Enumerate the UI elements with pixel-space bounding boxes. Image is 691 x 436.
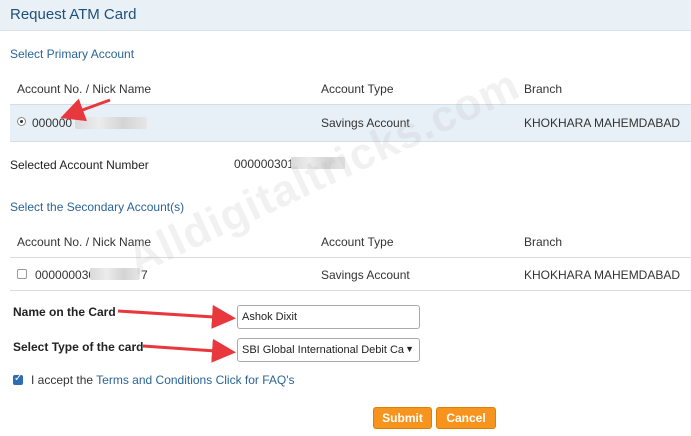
arrow-to-card-type-select bbox=[142, 338, 236, 363]
annotation-arrows bbox=[60, 98, 236, 363]
arrow-to-name-input bbox=[117, 304, 236, 329]
arrow-to-primary-radio bbox=[60, 98, 111, 122]
